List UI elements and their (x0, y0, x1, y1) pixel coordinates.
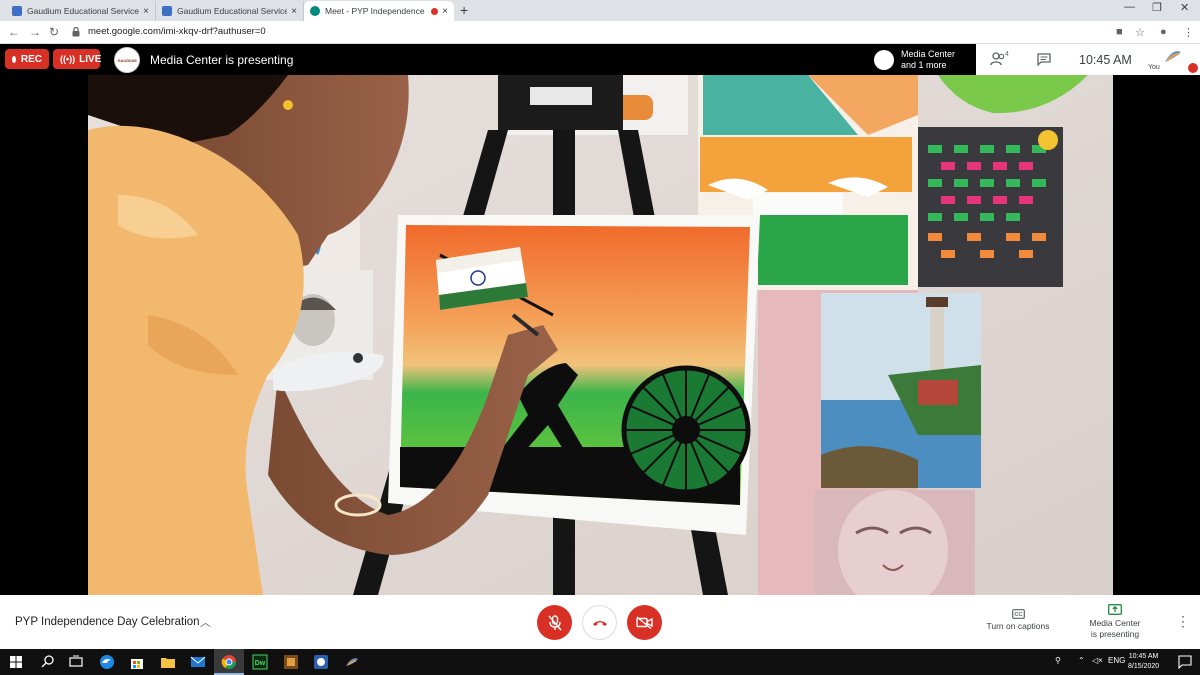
browser-tab-meet[interactable]: Meet - PYP Independence D × (304, 1, 454, 21)
lighthouse-painting (821, 293, 981, 488)
people-count: 4 (1005, 51, 1009, 58)
tab-title: Gaudium Educational Services Itr (177, 6, 288, 16)
task-view-icon[interactable] (68, 654, 84, 670)
store-icon[interactable] (129, 654, 145, 670)
present-status-button[interactable]: Media Center is presenting (1080, 604, 1150, 640)
close-icon[interactable]: × (442, 6, 448, 17)
present-label-1: Media Center (1089, 618, 1141, 628)
record-dot-icon (12, 55, 16, 63)
you-avatar[interactable] (1163, 48, 1183, 66)
mic-off-icon (547, 614, 562, 630)
broadcast-icon: ((•)) (60, 54, 76, 64)
present-label-2: is presenting (1090, 629, 1140, 639)
gaudium-icon (162, 6, 172, 16)
tray-chevron-icon[interactable]: ⌃ (1078, 656, 1085, 665)
media-app-icon[interactable] (313, 654, 329, 670)
gaudium-icon (12, 6, 22, 16)
meeting-title[interactable]: PYP Independence Day Celebration (15, 616, 200, 628)
presenter-avatar (874, 50, 894, 70)
camera-icon[interactable]: ■ (1116, 26, 1123, 38)
browser-tab-1[interactable]: Gaudium Educational Services Itr × (6, 1, 156, 21)
language-indicator[interactable]: ENG (1108, 656, 1125, 665)
you-label: You (1148, 64, 1160, 71)
dreamweaver-icon[interactable]: Dw (252, 654, 268, 670)
meet-bottom-bar: PYP Independence Day Celebration ︿ CC Tu… (0, 595, 1200, 649)
url-field[interactable]: meet.google.com/imi-xkqv-drf?authuser=0 (88, 26, 266, 37)
volume-muted-icon[interactable]: ◁× (1092, 656, 1103, 665)
forward-icon[interactable]: → (29, 25, 41, 39)
close-icon[interactable]: × (291, 6, 297, 17)
close-icon[interactable]: × (143, 6, 149, 17)
live-badge[interactable]: ((•)) LIVE (53, 49, 102, 69)
back-icon[interactable]: ← (8, 25, 20, 39)
taskbar-time: 10:45 AM (1128, 653, 1159, 660)
presenter-name: Media Center (901, 49, 956, 59)
notifications-icon[interactable] (1178, 655, 1192, 669)
present-screen-icon (1108, 604, 1122, 615)
search-icon[interactable] (40, 654, 56, 670)
leave-call-button[interactable] (582, 605, 617, 640)
taskbar-date: 8/15/2020 (1128, 663, 1160, 670)
presentation-video (88, 75, 1113, 595)
chat-icon[interactable] (1037, 53, 1051, 66)
mic-off-button[interactable] (537, 605, 572, 640)
rec-label: REC (20, 53, 42, 65)
minimize-icon[interactable]: — (1124, 1, 1135, 13)
presenter-chip[interactable]: Media Center and 1 more (870, 46, 976, 74)
rec-badge[interactable]: REC (5, 49, 49, 69)
hang-up-icon (592, 620, 607, 626)
woven-mat-art (918, 127, 1063, 287)
new-tab-button[interactable]: + (460, 2, 468, 18)
meet-icon (310, 6, 320, 16)
windows-start-icon[interactable] (10, 656, 22, 668)
live-label: LIVE (79, 53, 102, 65)
browser-tab-bar: Gaudium Educational Services Itr × Gaudi… (0, 0, 1200, 21)
camera-off-icon (636, 616, 653, 629)
bookmark-star-icon[interactable]: ☆ (1135, 26, 1145, 39)
captions-icon: CC (1011, 609, 1025, 619)
windows-taskbar: Dw ⚲ ⌃ ◁× ENG 10:45 AM 8/15/2020 (0, 649, 1200, 675)
svg-text:Dw: Dw (255, 660, 266, 667)
edge-browser-icon[interactable] (99, 654, 115, 670)
taskbar-clock[interactable]: 10:45 AM 8/15/2020 (1128, 652, 1159, 672)
captions-label: Turn on captions (986, 621, 1050, 631)
people-icon[interactable] (990, 52, 1006, 66)
tab-title: Meet - PYP Independence D (325, 6, 428, 16)
lock-icon (72, 27, 80, 37)
recording-icon (431, 7, 439, 15)
svg-text:CC: CC (1014, 612, 1022, 618)
address-bar: ← → ↻ meet.google.com/imi-xkqv-drf?authu… (0, 21, 1200, 44)
video-stage (0, 75, 1200, 595)
paint-app-icon[interactable] (344, 654, 360, 670)
captions-button[interactable]: CC Turn on captions (978, 609, 1058, 631)
gaudium-logo: GAUDIUM (114, 47, 140, 73)
presenting-title: Media Center is presenting (150, 53, 294, 67)
notification-badge (1188, 63, 1198, 73)
browser-menu-icon[interactable]: ⋮ (1183, 26, 1194, 39)
presenter-more: and 1 more (901, 60, 947, 70)
user-tray-icon[interactable]: ⚲ (1055, 656, 1061, 665)
browser-tab-2[interactable]: Gaudium Educational Services Itr × (156, 1, 304, 21)
buddha-sketch (815, 490, 975, 595)
more-options-icon[interactable]: ⋮ (1176, 613, 1190, 630)
tab-title: Gaudium Educational Services Itr (27, 6, 139, 16)
meet-top-bar: REC ((•)) LIVE GAUDIUM Media Center is p… (0, 44, 1200, 75)
meeting-clock: 10:45 AM (1079, 53, 1132, 67)
file-explorer-icon[interactable] (160, 654, 176, 670)
reload-icon[interactable]: ↻ (49, 25, 59, 39)
mail-icon[interactable] (190, 654, 206, 670)
camera-off-button[interactable] (627, 605, 662, 640)
profile-icon[interactable]: ● (1160, 26, 1167, 38)
app-icon[interactable] (283, 654, 299, 670)
chevron-up-icon[interactable]: ︿ (200, 614, 211, 630)
chrome-icon[interactable] (221, 654, 237, 670)
restore-icon[interactable]: ❐ (1152, 1, 1162, 14)
window-close-icon[interactable]: ✕ (1180, 1, 1189, 14)
